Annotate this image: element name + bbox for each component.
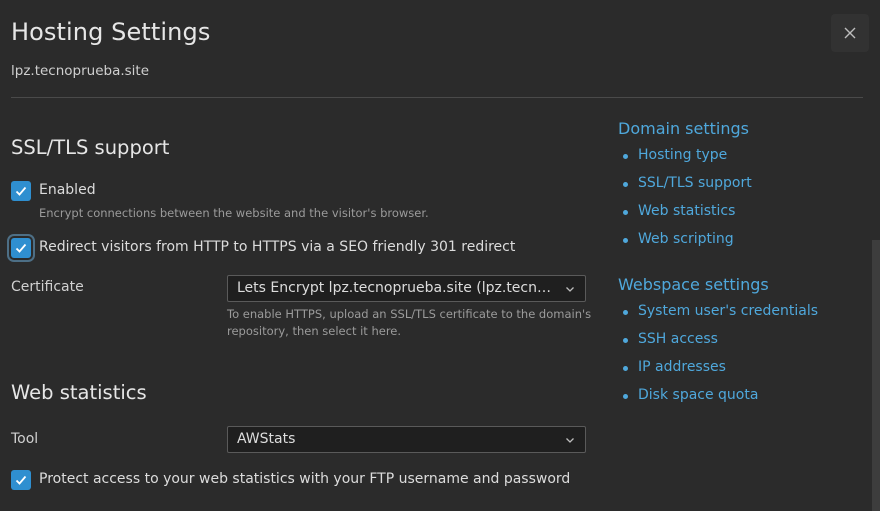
domain-subtitle: lpz.tecnoprueba.site <box>11 63 150 79</box>
certificate-value: Lets Encrypt lpz.tecnoprueba.site (lpz.t… <box>237 280 586 296</box>
nav-bullet <box>623 182 628 187</box>
checkmark-icon <box>15 186 27 196</box>
hosting-settings-dialog: Hosting Settings lpz.tecnoprueba.site SS… <box>0 0 880 511</box>
webspace-settings-title: Webspace settings <box>618 275 769 294</box>
close-icon <box>844 27 856 39</box>
nav-link-system-user-credentials[interactable]: System user's credentials <box>638 303 818 319</box>
dialog-title: Hosting Settings <box>11 18 211 46</box>
certificate-label: Certificate <box>11 279 84 295</box>
ssl-enabled-checkbox[interactable] <box>11 181 31 201</box>
checkmark-icon <box>15 243 27 253</box>
certificate-hint-line1: To enable HTTPS, upload an SSL/TLS certi… <box>227 307 592 321</box>
scrollbar[interactable] <box>872 240 880 511</box>
ssl-enabled-label[interactable]: Enabled <box>39 182 96 198</box>
ssl-enabled-hint: Encrypt connections between the website … <box>39 206 429 220</box>
webstats-tool-value: AWStats <box>237 431 296 447</box>
certificate-select[interactable]: Lets Encrypt lpz.tecnoprueba.site (lpz.t… <box>227 275 586 302</box>
nav-bullet <box>623 394 628 399</box>
nav-link-ssh-access[interactable]: SSH access <box>638 331 718 347</box>
nav-link-disk-space-quota[interactable]: Disk space quota <box>638 387 758 403</box>
nav-bullet <box>623 338 628 343</box>
https-redirect-label[interactable]: Redirect visitors from HTTP to HTTPS via… <box>39 239 515 255</box>
nav-link-hosting-type[interactable]: Hosting type <box>638 147 727 163</box>
tool-label: Tool <box>11 431 39 447</box>
nav-bullet <box>623 366 628 371</box>
chevron-down-icon <box>566 287 574 292</box>
domain-settings-title: Domain settings <box>618 119 749 138</box>
webstats-section-title: Web statistics <box>11 381 147 404</box>
protect-webstats-label[interactable]: Protect access to your web statistics wi… <box>39 471 570 487</box>
nav-link-ip-addresses[interactable]: IP addresses <box>638 359 726 375</box>
nav-link-web-scripting[interactable]: Web scripting <box>638 231 734 247</box>
close-button[interactable] <box>831 14 869 52</box>
nav-bullet <box>623 154 628 159</box>
webstats-tool-select[interactable]: AWStats <box>227 426 586 453</box>
certificate-hint-line2: repository, then select it here. <box>227 324 402 338</box>
header-divider <box>11 97 863 98</box>
protect-webstats-checkbox[interactable] <box>11 470 31 490</box>
checkmark-icon <box>15 475 27 485</box>
nav-bullet <box>623 310 628 315</box>
certificate-hint: To enable HTTPS, upload an SSL/TLS certi… <box>227 306 591 340</box>
https-redirect-checkbox[interactable] <box>11 238 31 258</box>
nav-link-web-statistics[interactable]: Web statistics <box>638 203 735 219</box>
nav-link-ssl-tls-support[interactable]: SSL/TLS support <box>638 175 752 191</box>
ssl-section-title: SSL/TLS support <box>11 136 170 159</box>
chevron-down-icon <box>566 438 574 443</box>
nav-bullet <box>623 210 628 215</box>
nav-bullet <box>623 238 628 243</box>
